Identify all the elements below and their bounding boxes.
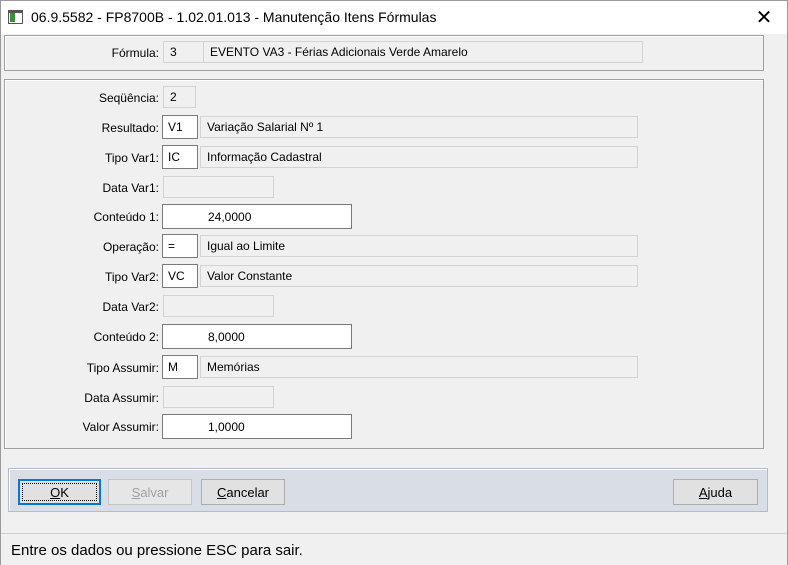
conteudo1-input[interactable]: 24,0000 (162, 204, 352, 229)
right-edge-strip (771, 35, 787, 521)
tipo-assumir-code-input[interactable]: M (162, 355, 198, 379)
formula-label: Fórmula: (111, 46, 159, 60)
ok-label: K (60, 484, 69, 500)
title-bar[interactable]: 06.9.5582 - FP8700B - 1.02.01.013 - Manu… (1, 1, 787, 34)
conteudo1-label: Conteúdo 1: (93, 210, 159, 224)
valor-assumir-input[interactable]: 1,0000 (162, 414, 352, 439)
sequencia-label: Seqüência: (98, 91, 159, 105)
ok-mnemonic: O (50, 484, 61, 500)
tipo-var2-label: Tipo Var2: (104, 270, 159, 284)
ajuda-button[interactable]: Ajuda (673, 479, 758, 505)
tipo-assumir-label: Tipo Assumir: (86, 361, 159, 375)
app-icon (8, 10, 23, 24)
data-var2-label: Data Var2: (102, 300, 159, 314)
operacao-code-input[interactable]: = (162, 234, 198, 258)
formula-description-field: EVENTO VA3 - Férias Adicionais Verde Ama… (203, 41, 643, 63)
dialog-window: 06.9.5582 - FP8700B - 1.02.01.013 - Manu… (0, 0, 788, 565)
tipo-var2-description-field: Valor Constante (200, 265, 638, 287)
tipo-var1-description-field: Informação Cadastral (200, 146, 638, 168)
tipo-assumir-description-field: Memórias (200, 356, 638, 378)
valor-assumir-label: Valor Assumir: (82, 420, 159, 434)
data-var2-field (163, 295, 274, 317)
cancelar-label: ancelar (226, 484, 270, 500)
salvar-button[interactable]: Salvar (108, 479, 192, 505)
operacao-label: Operação: (102, 240, 159, 254)
conteudo2-label: Conteúdo 2: (93, 330, 159, 344)
resultado-code-input[interactable]: V1 (162, 115, 198, 139)
ok-button[interactable]: OK (18, 479, 101, 505)
salvar-label: alvar (140, 484, 169, 500)
data-assumir-field (163, 386, 274, 408)
resultado-description-field: Variação Salarial Nº 1 (200, 116, 638, 138)
valor-assumir-value: 1,0000 (208, 420, 245, 434)
salvar-mnemonic: S (131, 484, 141, 500)
ajuda-label: juda (707, 484, 733, 500)
tipo-var1-label: Tipo Var1: (104, 151, 159, 165)
cancelar-mnemonic: C (216, 484, 227, 500)
conteudo2-value: 8,0000 (208, 330, 245, 344)
conteudo1-value: 24,0000 (208, 210, 252, 224)
resultado-label: Resultado: (101, 121, 159, 135)
close-icon[interactable]: ✕ (741, 1, 787, 34)
tipo-var1-code-input[interactable]: IC (162, 145, 198, 169)
tipo-var2-code-input[interactable]: VC (162, 264, 198, 288)
data-var1-label: Data Var1: (102, 181, 159, 195)
ajuda-mnemonic: A (698, 484, 708, 500)
status-message: Entre os dados ou pressione ESC para sai… (11, 542, 303, 559)
data-assumir-label: Data Assumir: (84, 391, 159, 405)
conteudo2-input[interactable]: 8,0000 (162, 324, 352, 349)
cancelar-button[interactable]: Cancelar (201, 479, 285, 505)
sequencia-field: 2 (163, 86, 196, 108)
operacao-description-field: Igual ao Limite (200, 235, 638, 257)
window-title: 06.9.5582 - FP8700B - 1.02.01.013 - Manu… (31, 9, 437, 25)
status-bar: Entre os dados ou pressione ESC para sai… (1, 533, 787, 565)
formula-code-field: 3 (163, 41, 204, 63)
data-var1-field (163, 176, 274, 198)
